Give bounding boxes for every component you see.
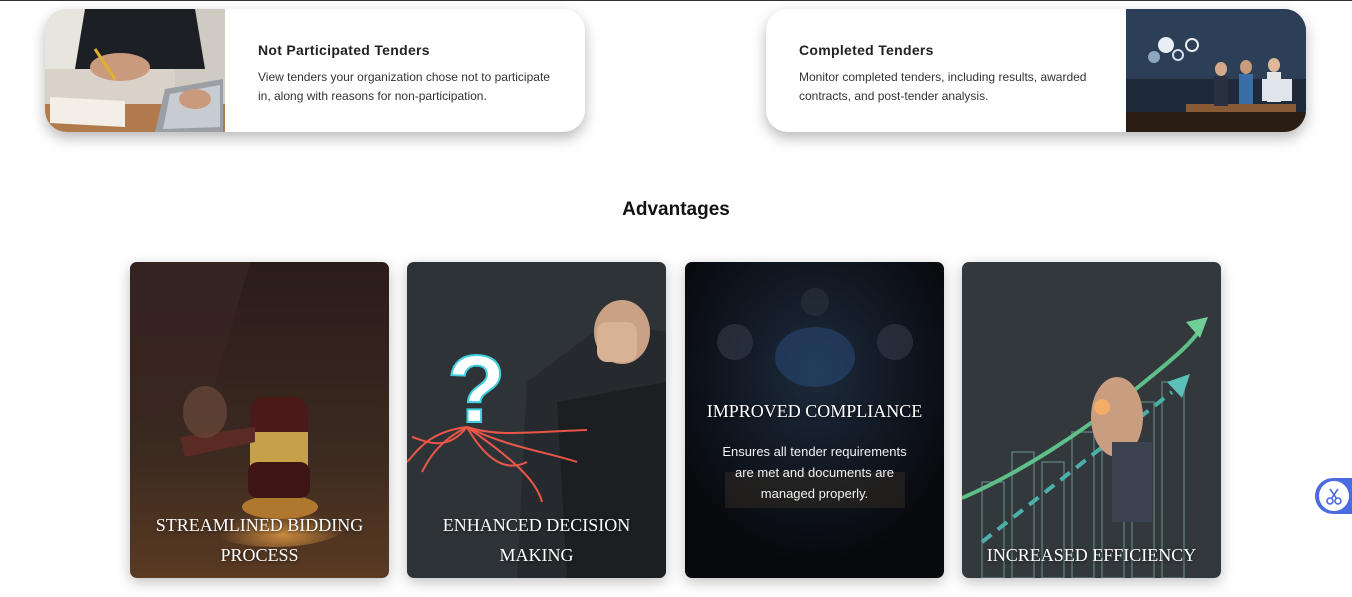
scissors-icon — [1326, 488, 1342, 505]
card-description-line2: are met and documents are — [735, 465, 894, 480]
top-border — [0, 0, 1352, 1]
card-title: Completed Tenders — [799, 42, 934, 58]
card-title: INCREASED EFFICIENCY — [986, 545, 1197, 565]
card-description-line1: Ensures all tender requirements — [722, 444, 907, 459]
card-caption-line1: ENHANCED DECISION — [442, 515, 631, 535]
student-writing-image — [45, 9, 225, 132]
card-caption-line2: MAKING — [499, 545, 574, 565]
advantage-card-improved-compliance[interactable]: IMPROVED COMPLIANCE Ensures all tender r… — [685, 262, 944, 578]
advantage-card-streamlined-bidding[interactable]: STREAMLINED BIDDING PROCESS — [130, 262, 389, 578]
advantage-card-enhanced-decision[interactable]: ? ENHANCED DECISION MAKING — [407, 262, 666, 578]
card-title: Not Participated Tenders — [258, 42, 430, 58]
card-description: Monitor completed tenders, including res… — [799, 70, 1087, 103]
growth-chart-image — [962, 262, 1221, 578]
completed-tenders-card[interactable]: Completed Tenders Monitor completed tend… — [766, 9, 1306, 132]
advantage-card-increased-efficiency[interactable]: INCREASED EFFICIENCY — [962, 262, 1221, 578]
card-title: IMPROVED COMPLIANCE — [706, 401, 923, 421]
advantages-heading: Advantages — [622, 199, 730, 220]
card-description: View tenders your organization chose not… — [258, 70, 550, 103]
floating-tool-button[interactable] — [1315, 478, 1352, 514]
question-mark-icon: ? — [447, 336, 506, 443]
not-participated-tenders-card[interactable]: Not Participated Tenders View tenders yo… — [45, 9, 585, 132]
card-description-line3: managed properly. — [760, 486, 869, 501]
team-office-image — [1126, 9, 1306, 132]
card-caption-line1: STREAMLINED BIDDING — [155, 515, 364, 535]
card-caption-line2: PROCESS — [220, 545, 299, 565]
